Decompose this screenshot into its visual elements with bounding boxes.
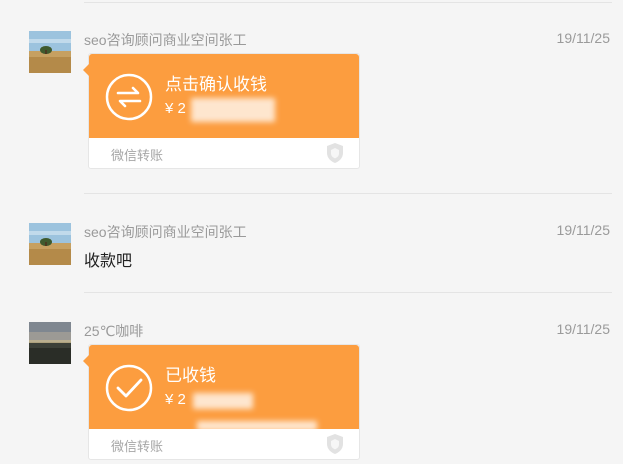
- transfer-source: 微信转账: [111, 439, 164, 454]
- transfer-card-footer: 微信转账: [89, 138, 359, 168]
- avatar[interactable]: [29, 223, 71, 265]
- divider: [84, 292, 612, 293]
- sender-name: seo咨询顾问商业空间张工: [84, 32, 247, 48]
- transfer-amount: ¥ 2: [165, 391, 186, 408]
- transfer-amount: ¥ 2: [165, 100, 186, 117]
- avatar[interactable]: [29, 31, 71, 73]
- transfer-card[interactable]: 已收钱 ¥ 2 微信转账: [83, 344, 360, 460]
- message-time: 19/11/25: [556, 222, 610, 238]
- avatar[interactable]: [29, 322, 71, 364]
- message-time: 19/11/25: [556, 321, 610, 337]
- transfer-title: 已收钱: [165, 366, 216, 385]
- transfer-arrows-icon: [105, 73, 153, 121]
- transfer-card-footer: 微信转账: [89, 429, 359, 459]
- sender-name: seo咨询顾问商业空间张工: [84, 224, 247, 240]
- transfer-title: 点击确认收钱: [165, 75, 267, 94]
- shield-icon: [327, 434, 343, 454]
- message-text: 收款吧: [84, 253, 133, 270]
- checkmark-icon: [105, 364, 153, 412]
- redaction-mask: [193, 393, 253, 409]
- divider: [84, 2, 612, 3]
- shield-icon: [327, 143, 343, 163]
- transfer-card-header: 已收钱 ¥ 2: [89, 345, 359, 431]
- transfer-card-header: 点击确认收钱 ¥ 2: [89, 54, 359, 138]
- transfer-card[interactable]: 点击确认收钱 ¥ 2 微信转账: [83, 53, 360, 169]
- dusk-landscape-avatar-icon: [29, 322, 71, 364]
- field-landscape-avatar-icon: [29, 223, 71, 265]
- message-time: 19/11/25: [556, 30, 610, 46]
- field-landscape-avatar-icon: [29, 31, 71, 73]
- redaction-mask: [191, 98, 275, 122]
- sender-name: 25℃咖啡: [84, 323, 144, 339]
- divider: [84, 193, 612, 194]
- transfer-source: 微信转账: [111, 148, 164, 163]
